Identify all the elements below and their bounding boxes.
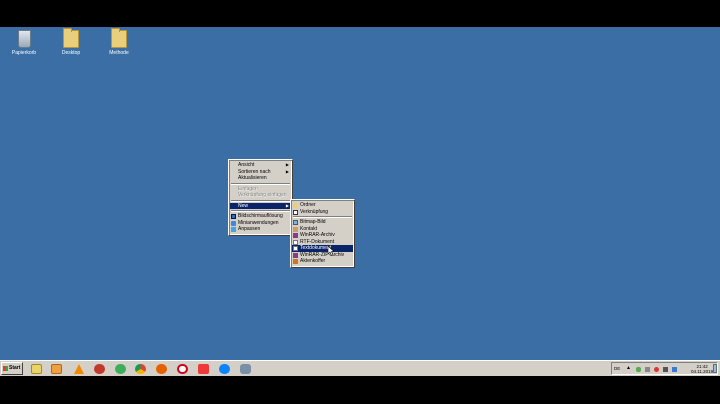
menu-item-label: New <box>238 202 249 209</box>
show-hidden-icons-icon[interactable]: ▲ <box>626 365 631 371</box>
menu-item-label: Aktualisieren <box>238 175 267 181</box>
media-player-icon[interactable] <box>51 364 62 374</box>
menu-item-label: Textdokument <box>300 245 332 251</box>
gadgets-icon <box>231 220 236 226</box>
desktop-icon-methode-folder[interactable]: Methode <box>99 28 139 56</box>
menu-item-paste-shortcut[interactable]: Verknüpfung einfügen <box>230 192 291 199</box>
menu-item-label: Minianwendungen <box>238 219 279 226</box>
menu-item-personalize[interactable]: Anpassen <box>230 226 291 233</box>
desktop-icon-label: Desktop <box>61 50 81 56</box>
firefox-icon[interactable] <box>156 364 167 374</box>
show-desktop-button[interactable] <box>713 364 717 373</box>
menu-item-label: Verknüpfung <box>300 208 329 215</box>
menu-item-label: Bitmap-Bild <box>300 219 326 225</box>
text-document-icon <box>293 246 298 251</box>
desktop-icon-label: Papierkorb <box>11 50 37 56</box>
volume-icon[interactable] <box>663 367 668 372</box>
folder-icon <box>63 28 79 48</box>
winrar-icon <box>293 233 298 238</box>
chrome-icon[interactable] <box>135 364 146 374</box>
taskbar: Start DE ▲ 21:42 04.11.2019 <box>0 360 720 376</box>
winrar-zip-icon <box>293 252 298 258</box>
desktop-icon-desktop-folder[interactable]: Desktop <box>51 28 91 56</box>
network-icon[interactable] <box>636 367 641 372</box>
menu-item-label: WinRAR-Archiv <box>300 232 335 238</box>
thunderbird-icon[interactable] <box>219 364 230 374</box>
menu-item-label: Bildschirmauflösung <box>238 213 283 219</box>
menu-item-refresh[interactable]: Aktualisieren <box>230 175 291 182</box>
submenu-arrow-icon: ▶ <box>285 202 289 208</box>
desktop-context-menu: Ansicht ▶ Sortieren nach ▶ Aktualisieren E… <box>228 159 293 236</box>
menu-item-label: Aktenkoffer <box>300 258 326 264</box>
vivaldi-icon[interactable] <box>198 364 209 374</box>
windows-logo-icon <box>3 366 8 371</box>
clock-date: 04.11.2019 <box>691 369 714 374</box>
printer-icon[interactable] <box>645 367 650 372</box>
contact-icon <box>293 226 298 232</box>
opera-icon[interactable] <box>177 364 188 374</box>
clock[interactable]: 21:42 04.11.2019 <box>691 364 713 374</box>
mouse-pointer-icon <box>328 246 335 256</box>
start-label: Start <box>9 365 21 371</box>
menu-item-label: Kontakt <box>300 225 317 232</box>
file-explorer-icon[interactable] <box>31 364 42 374</box>
shortcut-icon <box>293 209 298 215</box>
action-center-icon[interactable] <box>672 367 677 372</box>
menu-item-new[interactable]: New ▶ <box>230 202 291 209</box>
recycle-bin-icon <box>17 30 31 48</box>
menu-item-label: Ordner <box>300 202 316 208</box>
menu-item-label: Verknüpfung einfügen <box>238 192 287 198</box>
menu-separator <box>231 199 290 202</box>
menu-item-label: WinRAR-ZIP-Archiv <box>300 251 345 258</box>
submenu-item-shortcut[interactable]: Verknüpfung <box>292 209 353 216</box>
folder-icon <box>293 203 298 208</box>
desktop-icon-label: Methode <box>109 50 129 56</box>
filezilla-icon[interactable] <box>94 364 105 374</box>
desktop[interactable]: Papierkorb Desktop Methode Ansicht ▶ Sort… <box>0 27 720 360</box>
menu-item-label: Einfügen <box>238 185 258 192</box>
monitor-icon <box>231 214 236 219</box>
menu-item-label: Ansicht <box>238 162 255 168</box>
antivirus-icon[interactable] <box>654 367 659 372</box>
vlc-icon[interactable] <box>74 364 84 374</box>
personalize-icon <box>231 227 236 232</box>
menu-item-label: RTF-Dokument <box>300 238 335 245</box>
folder-icon <box>111 28 127 48</box>
system-tray: DE ▲ 21:42 04.11.2019 <box>611 362 718 375</box>
menu-item-label: Sortieren nach <box>238 168 271 175</box>
globe-icon[interactable] <box>115 364 126 374</box>
briefcase-icon <box>293 259 298 264</box>
settings-icon[interactable] <box>240 364 251 374</box>
menu-separator <box>231 210 290 212</box>
menu-item-label: Anpassen <box>238 226 261 232</box>
menu-separator <box>231 182 290 185</box>
language-indicator[interactable]: DE <box>614 366 620 371</box>
submenu-item-briefcase[interactable]: Aktenkoffer <box>292 258 353 265</box>
rtf-icon <box>293 239 298 245</box>
desktop-icon-recycle-bin[interactable]: Papierkorb <box>4 30 44 56</box>
bitmap-icon <box>293 220 298 225</box>
new-submenu: Ordner Verknüpfung Bitmap-Bild Kontakt W… <box>290 199 355 268</box>
menu-separator <box>293 216 352 218</box>
start-button[interactable]: Start <box>1 362 23 375</box>
